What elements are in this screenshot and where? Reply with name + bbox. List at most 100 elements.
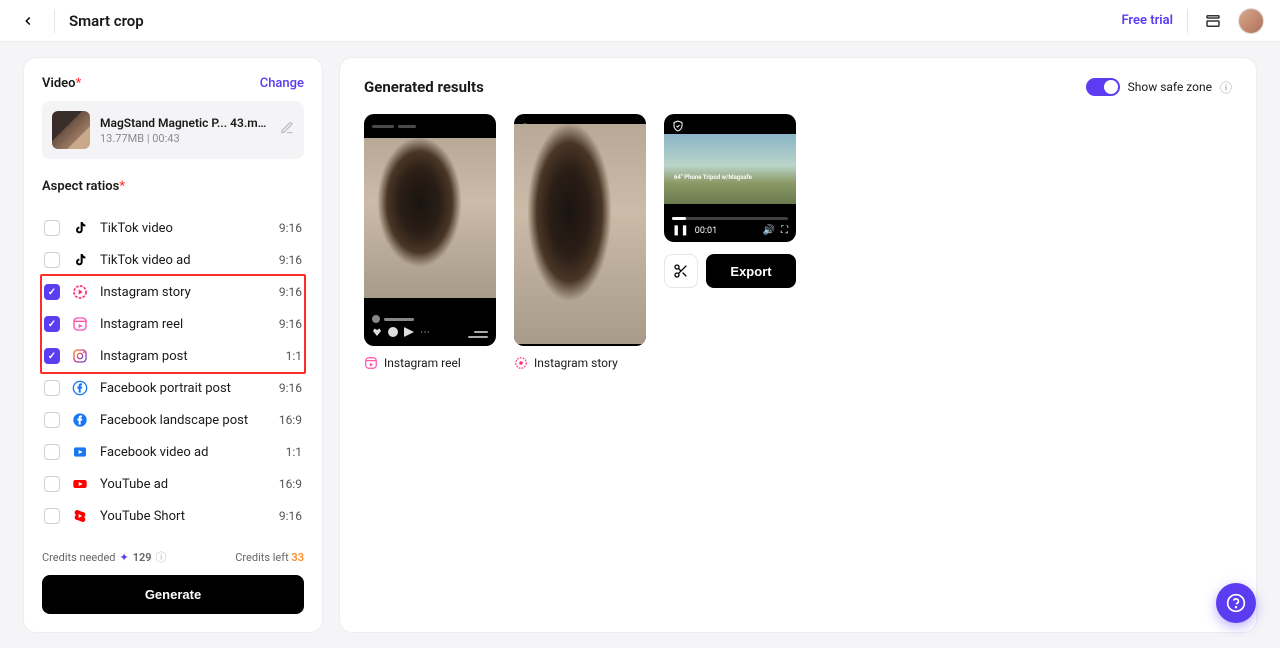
ratio-label: Instagram story (100, 285, 268, 300)
safe-zone-label: Show safe zone (1128, 80, 1212, 94)
ratio-value: 9:16 (279, 253, 302, 267)
checkbox[interactable] (44, 252, 60, 268)
content-header: Generated results Show safe zone ⓘ (364, 78, 1232, 96)
header-left: Smart crop (16, 9, 144, 33)
info-icon[interactable]: ⓘ (156, 549, 167, 565)
ratio-label: TikTok video ad (100, 253, 268, 268)
checkbox[interactable] (44, 380, 60, 396)
ratio-label: YouTube ad (100, 477, 268, 492)
crop-button[interactable] (664, 254, 698, 288)
safe-zone-control: Show safe zone ⓘ (1086, 78, 1232, 96)
ratio-row-ig-post[interactable]: ✓Instagram post1:1 (42, 340, 304, 372)
volume-icon[interactable]: 🔊 (763, 225, 775, 236)
spark-icon: ✦ (119, 551, 128, 564)
content-title: Generated results (364, 78, 484, 96)
preview-story (514, 114, 646, 346)
ratio-value: 16:9 (279, 413, 302, 427)
ratio-row-ig-story[interactable]: ✓ Instagram story 9:16 (42, 276, 304, 308)
progress-bar[interactable] (672, 217, 788, 220)
ratio-label: Instagram reel (100, 317, 268, 332)
ratio-label: Instagram post (100, 349, 275, 364)
ratio-row-fbv[interactable]: Facebook video ad 1:1 (42, 436, 304, 468)
credits-left-count: Credits left 33 (235, 551, 304, 564)
divider (54, 9, 55, 33)
ig-reel-icon (71, 315, 89, 333)
change-link[interactable]: Change (260, 76, 304, 91)
checkbox[interactable] (44, 220, 60, 236)
shield-icon (672, 120, 684, 135)
fb-icon (71, 411, 89, 429)
action-row: Export (664, 254, 796, 288)
video-label: Video* (42, 76, 81, 91)
ratio-label: Facebook portrait post (100, 381, 268, 396)
ig-story-icon (71, 283, 89, 301)
preview-image (514, 124, 646, 344)
edit-icon[interactable] (280, 121, 294, 139)
ratio-value: 9:16 (279, 221, 302, 235)
fbv-icon (71, 443, 89, 461)
credits-needed: Credits needed ✦ 129 ⓘ (42, 549, 167, 565)
ig-post-icon (71, 347, 89, 365)
yt-icon (71, 475, 89, 493)
sidebar: Video* Change MagStand Magnetic P... 43.… (24, 58, 322, 632)
video-section-header: Video* Change (42, 76, 304, 101)
checkbox[interactable]: ✓ (44, 316, 60, 332)
player-controls: ❚❚ 00:01 🔊 ⛶ (672, 225, 788, 236)
tiktok-icon (71, 219, 89, 237)
pause-icon[interactable]: ❚❚ (672, 225, 689, 236)
header-right: Free trial (1121, 8, 1264, 34)
ratio-value: 9:16 (279, 317, 302, 331)
ratio-label: Facebook video ad (100, 445, 275, 460)
checkbox[interactable] (44, 476, 60, 492)
result-instagram-reel[interactable]: ⋯ Instagram reel (364, 114, 496, 370)
preview-player[interactable]: 64" Phone Tripod w/Magsafe ❚❚ 00:01 🔊 ⛶ (664, 114, 796, 242)
ratio-row-yts[interactable]: YouTube Short9:16 (42, 500, 304, 532)
layers-icon[interactable] (1202, 10, 1224, 32)
free-trial-link[interactable]: Free trial (1121, 13, 1173, 28)
back-button[interactable] (16, 9, 40, 33)
aspect-label: Aspect ratios* (42, 179, 304, 194)
ratio-list: TikTok video9:16 TikTok video ad 9:16 ✓ Inst… (42, 212, 304, 532)
checkbox[interactable] (44, 444, 60, 460)
sidebar-footer: Credits needed ✦ 129 ⓘ Credits left 33 G… (42, 549, 304, 614)
video-filename: MagStand Magnetic P... 43.mp4 (100, 116, 270, 130)
generate-button[interactable]: Generate (42, 575, 304, 614)
preview-reel: ⋯ (364, 114, 496, 346)
ratio-value: 9:16 (279, 285, 302, 299)
ratio-value: 9:16 (279, 381, 302, 395)
highlighted-group: ✓Instagram story9:16✓Instagram reel9:16✓… (40, 274, 306, 374)
export-button[interactable]: Export (706, 254, 796, 288)
divider (1187, 9, 1188, 33)
result-label: Instagram reel (364, 356, 496, 370)
result-instagram-story[interactable]: Instagram story (514, 114, 646, 370)
content: Generated results Show safe zone ⓘ ⋯ (340, 58, 1256, 632)
ratio-row-tiktok[interactable]: TikTok video9:16 (42, 212, 304, 244)
preview-image (364, 138, 496, 298)
video-thumbnail (52, 111, 90, 149)
tiktok-icon (71, 251, 89, 269)
safe-zone-toggle[interactable] (1086, 78, 1120, 96)
ratio-row-fb-p[interactable]: Facebook portrait post 9:16 (42, 372, 304, 404)
ratio-label: Facebook landscape post (100, 413, 268, 428)
checkbox[interactable]: ✓ (44, 348, 60, 364)
checkbox[interactable]: ✓ (44, 284, 60, 300)
ratio-row-ig-reel[interactable]: ✓ Instagram reel 9:16 (42, 308, 304, 340)
yts-icon (71, 507, 89, 525)
checkbox[interactable] (44, 508, 60, 524)
ratio-value: 16:9 (279, 477, 302, 491)
app-header: Smart crop Free trial (0, 0, 1280, 42)
page-title: Smart crop (69, 12, 144, 30)
ratio-value: 1:1 (286, 445, 302, 459)
info-icon[interactable]: ⓘ (1220, 79, 1232, 96)
help-button[interactable] (1216, 583, 1256, 623)
ratio-row-yt[interactable]: YouTube ad 16:9 (42, 468, 304, 500)
ratio-row-tiktok[interactable]: TikTok video ad 9:16 (42, 244, 304, 276)
ratio-row-fb[interactable]: Facebook landscape post 16:9 (42, 404, 304, 436)
avatar[interactable] (1238, 8, 1264, 34)
video-info: MagStand Magnetic P... 43.mp4 13.77MB | … (100, 116, 270, 145)
video-card: MagStand Magnetic P... 43.mp4 13.77MB | … (42, 101, 304, 159)
fb-p-icon (71, 379, 89, 397)
checkbox[interactable] (44, 412, 60, 428)
fullscreen-icon[interactable]: ⛶ (781, 225, 788, 236)
video-meta: 13.77MB | 00:43 (100, 132, 270, 145)
